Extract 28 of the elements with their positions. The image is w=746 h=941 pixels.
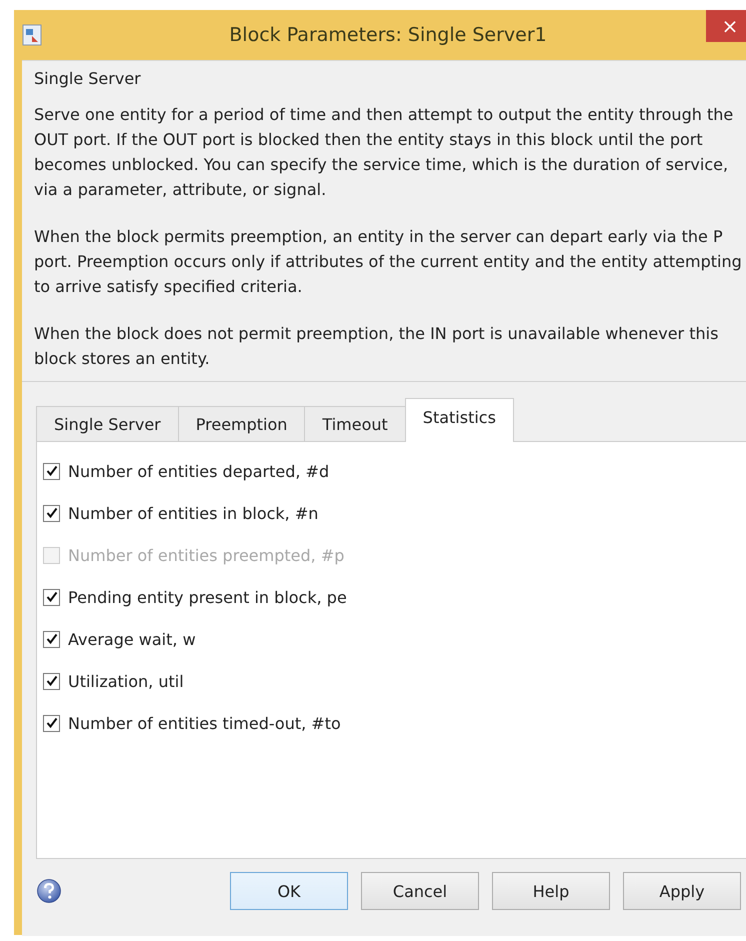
tab[interactable]: Statistics	[404, 398, 514, 442]
checkbox-label: Number of entities preempted, #p	[68, 546, 344, 564]
checkbox-label: Number of entities departed, #d	[68, 462, 330, 480]
checkbox[interactable]	[43, 630, 60, 648]
description-paragraph: Serve one entity for a period of time and then attempt to output the entity through the OUT port. If the OUT port is blocked then the entity stays in this block until the port becomes unblocked. You can specify the service time, which is the duration of service, via a parameter, attribute, or signal.	[34, 104, 734, 201]
description-paragraph: When the block permits preemption, an entity in the server can depart early via the P port. Preemption occurs only if attributes of the current entity and the entity attempting to arrive satisfy specified criteria.	[34, 226, 743, 298]
app-icon	[22, 24, 42, 46]
checkbox[interactable]	[43, 588, 60, 606]
window-title: Block Parameters: Single Server1	[229, 24, 547, 46]
close-button[interactable]: ×	[706, 10, 746, 42]
checkbox[interactable]	[43, 462, 60, 480]
checkbox[interactable]	[43, 714, 60, 732]
dialog-button[interactable]: Help	[492, 872, 610, 910]
block-name: Single Server	[34, 69, 142, 88]
tab[interactable]: Single Server	[36, 406, 179, 442]
dialog-button[interactable]: Cancel	[361, 872, 479, 910]
dialog-button[interactable]: Apply	[623, 872, 741, 910]
dialog-button[interactable]: OK	[230, 872, 348, 910]
description-paragraph: When the block does not permit preemption, the IN port is unavailable whenever this block stores an entity.	[34, 323, 720, 370]
checkbox[interactable]	[43, 504, 60, 522]
checkbox[interactable]	[43, 672, 60, 690]
checkbox-label: Number of entities in block, #n	[68, 504, 318, 522]
checkbox-label: Number of entities timed-out, #to	[68, 714, 341, 732]
tab[interactable]: Timeout	[304, 406, 406, 442]
checkbox-label: Pending entity present in block, pe	[68, 588, 347, 606]
tab[interactable]: Preemption	[178, 406, 306, 442]
checkbox-label: Utilization, util	[68, 672, 184, 690]
checkbox-label: Average wait, w	[68, 630, 196, 648]
